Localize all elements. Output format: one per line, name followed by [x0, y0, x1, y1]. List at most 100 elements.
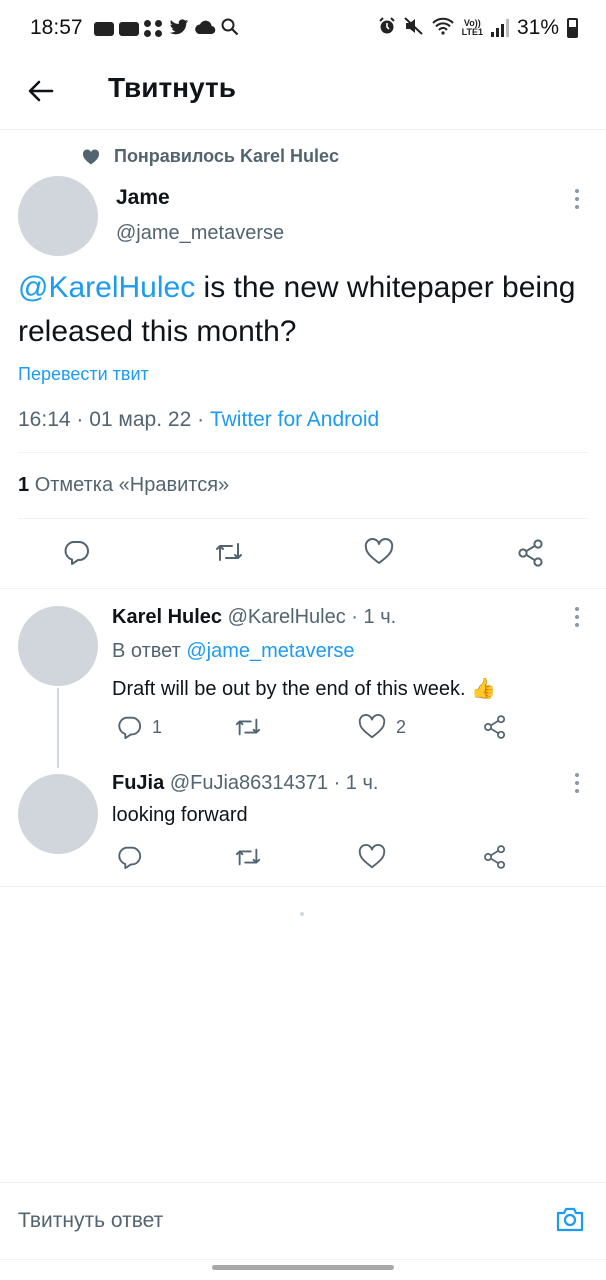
search-icon	[221, 18, 239, 39]
reply-button[interactable]	[116, 844, 142, 870]
tweet-date: 01 мар. 22	[89, 408, 192, 431]
author-handle[interactable]: @jame_metaverse	[116, 222, 284, 245]
camera-icon	[556, 1207, 584, 1232]
tweet-meta: 16:14 · 01 мар. 22 · Twitter for Android	[18, 408, 379, 432]
more-vertical-icon	[575, 773, 579, 793]
lte-indicator: Vo)) LTE1	[462, 19, 483, 37]
reply-age: 1 ч.	[345, 772, 379, 794]
twitter-bird-icon	[169, 18, 189, 39]
replying-to: В ответ @jame_metaverse	[112, 640, 354, 663]
replying-to-handle[interactable]: @jame_metaverse	[186, 640, 354, 662]
thread-connector	[57, 688, 59, 768]
meta-separator: ·	[328, 772, 346, 794]
more-vertical-icon	[575, 607, 579, 627]
reply-author-name[interactable]: FuJia	[112, 772, 164, 794]
reply-author-handle[interactable]: @FuJia86314371	[170, 772, 328, 794]
share-button[interactable]	[482, 714, 508, 740]
retweet-button[interactable]	[214, 538, 244, 566]
more-vertical-icon	[575, 189, 579, 209]
alarm-icon	[378, 16, 396, 40]
signal-icon	[490, 19, 509, 37]
reply-icon	[118, 846, 141, 870]
system-icons: Vo)) LTE1 31%	[378, 16, 578, 40]
avatar[interactable]	[18, 774, 98, 854]
retweet-icon	[216, 543, 242, 561]
heart-outline-icon	[358, 714, 386, 739]
reply-text: looking forward	[112, 804, 248, 826]
heart-outline-icon	[364, 538, 394, 564]
translate-link[interactable]: Перевести твит	[18, 364, 149, 385]
tweet-time: 16:14	[18, 408, 71, 431]
reply-age: 1 ч.	[363, 606, 397, 628]
wifi-icon	[431, 17, 454, 40]
camera-button[interactable]	[554, 1203, 586, 1235]
meta-separator: ·	[70, 408, 90, 431]
reply-author-name[interactable]: Karel Hulec	[112, 606, 222, 628]
home-indicator[interactable]	[212, 1265, 394, 1270]
divider	[18, 452, 588, 453]
reply-icon	[118, 716, 141, 740]
tweet-more-button[interactable]	[572, 188, 582, 210]
page-title: Твитнуть	[108, 72, 236, 103]
status-bar: 18:57 Vo)) LTE1 31%	[0, 0, 606, 58]
composer-placeholder[interactable]: Твитнуть ответ	[18, 1209, 163, 1233]
tweet-source[interactable]: Twitter for Android	[210, 408, 379, 431]
reply-text: Draft will be out by the end of this wee…	[112, 678, 496, 700]
like-count: 2	[396, 716, 407, 737]
reply-icon	[64, 541, 89, 565]
divider	[0, 886, 606, 887]
share-icon	[484, 845, 506, 869]
youtube-icon	[119, 21, 139, 36]
avatar[interactable]	[18, 176, 98, 256]
share-icon	[484, 715, 506, 739]
battery-icon	[567, 18, 578, 38]
like-button[interactable]	[364, 538, 394, 566]
back-arrow-icon	[28, 80, 54, 102]
retweet-button[interactable]	[234, 844, 262, 870]
like-button[interactable]	[358, 844, 386, 870]
status-time: 18:57	[30, 16, 83, 39]
replying-to-label: В ответ	[112, 640, 187, 662]
notification-icons	[94, 18, 239, 39]
like-button[interactable]: 2	[358, 714, 406, 740]
top-app-bar: Твитнуть	[0, 58, 606, 130]
divider	[0, 588, 606, 589]
retweet-icon	[235, 718, 261, 736]
likes-label: Отметка «Нравится»	[34, 474, 230, 496]
reply-button[interactable]	[62, 538, 90, 566]
divider	[18, 518, 588, 519]
youtube-icon	[94, 21, 114, 36]
retweet-icon	[235, 848, 261, 866]
share-button[interactable]	[516, 538, 546, 568]
reply-button[interactable]: 1	[116, 714, 162, 740]
avatar[interactable]	[18, 606, 98, 686]
reply-composer[interactable]: Твитнуть ответ	[0, 1182, 606, 1260]
social-context-label: Понравилось Karel Hulec	[114, 146, 340, 166]
social-context[interactable]: Понравилось Karel Hulec	[82, 146, 339, 167]
likes-summary[interactable]: 1 Отметка «Нравится»	[18, 474, 229, 497]
author-name[interactable]: Jame	[116, 186, 170, 210]
mute-icon	[403, 16, 424, 40]
loading-indicator	[300, 912, 304, 916]
likes-count: 1	[18, 474, 30, 496]
app-dots-icon	[144, 19, 164, 38]
battery-percent: 31%	[516, 16, 559, 39]
reply-header: FuJia @FuJia86314371 · 1 ч.	[112, 772, 378, 795]
heart-icon	[82, 148, 100, 164]
share-icon	[518, 539, 543, 567]
tweet-text: @KarelHulec is the new whitepaper being …	[18, 266, 588, 354]
reply-more-button[interactable]	[572, 772, 582, 794]
heart-outline-icon	[358, 844, 386, 869]
reply-more-button[interactable]	[572, 606, 582, 628]
retweet-button[interactable]	[234, 714, 262, 740]
meta-separator: ·	[345, 606, 364, 628]
reply-count: 1	[152, 716, 163, 737]
reply-header: Karel Hulec @KarelHulec · 1 ч.	[112, 606, 396, 629]
mention-link[interactable]: @KarelHulec	[18, 271, 195, 304]
meta-separator: ·	[191, 408, 210, 431]
back-button[interactable]	[24, 74, 58, 108]
reply-author-handle[interactable]: @KarelHulec	[228, 606, 346, 628]
share-button[interactable]	[482, 844, 508, 870]
cloud-icon	[194, 19, 216, 38]
lte-label: LTE1	[461, 27, 483, 37]
